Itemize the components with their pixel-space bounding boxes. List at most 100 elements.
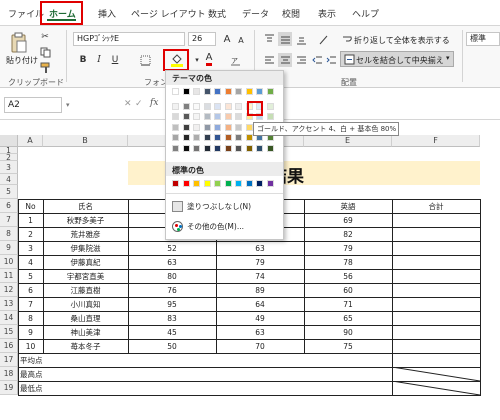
theme-color-swatch[interactable] (172, 144, 179, 152)
standard-color-swatch[interactable] (224, 180, 232, 187)
cell-name[interactable]: 苺本冬子 (43, 339, 128, 353)
theme-color-swatch[interactable] (224, 144, 232, 152)
row-header[interactable]: 10 (0, 255, 18, 269)
cell-score-e[interactable]: 82 (304, 227, 392, 241)
cell-score-c[interactable]: 63 (128, 255, 216, 269)
cell-score-e[interactable]: 79 (304, 241, 392, 255)
cell-score-c[interactable]: 50 (128, 339, 216, 353)
theme-color-swatch[interactable] (172, 134, 179, 141)
row-header[interactable]: 8 (0, 227, 18, 241)
cell-score-c[interactable]: 95 (128, 297, 216, 311)
increase-indent-icon[interactable] (324, 53, 338, 67)
theme-color-swatch[interactable] (193, 113, 200, 120)
theme-color-swatch[interactable] (224, 113, 232, 120)
cell-score-e[interactable]: 65 (304, 311, 392, 325)
font-grow-icon[interactable]: A (220, 32, 234, 46)
theme-color-swatch[interactable] (182, 88, 190, 95)
theme-color-swatch[interactable] (235, 144, 242, 152)
theme-color-swatch[interactable] (245, 144, 253, 152)
theme-color-swatch[interactable] (193, 123, 200, 131)
number-format-select[interactable]: 標準 (466, 32, 500, 46)
theme-color-swatch[interactable] (256, 88, 263, 95)
font-size-select[interactable]: 26 (188, 32, 216, 46)
theme-color-swatch[interactable] (172, 123, 179, 131)
borders-icon[interactable] (138, 53, 152, 67)
wrap-text-button[interactable]: 折り返して全体を表示する (354, 35, 450, 46)
cell-name[interactable]: 江藤直樹 (43, 283, 128, 297)
theme-color-swatch[interactable] (224, 123, 232, 131)
cell-score-d[interactable]: 79 (216, 255, 304, 269)
no-fill-item[interactable]: 塗りつぶしなし(N) (172, 199, 280, 213)
theme-color-swatch[interactable] (172, 113, 179, 120)
name-box-chevron-down-icon[interactable]: ▾ (66, 101, 70, 109)
row-header[interactable]: 6 (0, 199, 18, 213)
row-header[interactable]: 5 (0, 185, 18, 199)
standard-color-swatch[interactable] (256, 180, 263, 187)
align-center-icon[interactable] (278, 53, 292, 67)
align-left-icon[interactable] (262, 53, 276, 67)
cell-no[interactable]: 5 (18, 269, 43, 283)
font-name-select[interactable]: HGPｺﾞｼｯｸE (73, 32, 185, 46)
row-header[interactable]: 18 (0, 367, 18, 381)
enter-icon[interactable]: ✓ (135, 99, 143, 109)
theme-color-swatch[interactable] (182, 144, 190, 152)
menu-insert[interactable]: 挿入 (98, 7, 116, 20)
font-shrink-icon[interactable]: A (234, 33, 248, 47)
row-header[interactable]: 19 (0, 381, 18, 395)
cell-name[interactable]: 秋野多美子 (43, 213, 128, 227)
column-header-f[interactable]: F (392, 135, 480, 147)
cell-score-d[interactable]: 70 (216, 339, 304, 353)
theme-color-swatch[interactable] (182, 134, 190, 141)
theme-color-swatch[interactable] (172, 88, 179, 95)
row-header[interactable]: 12 (0, 283, 18, 297)
cell-score-c[interactable]: 45 (128, 325, 216, 339)
theme-color-swatch[interactable] (235, 88, 242, 95)
theme-color-swatch[interactable] (235, 102, 242, 110)
theme-color-swatch[interactable] (182, 123, 190, 131)
cell-name[interactable]: 桑山直理 (43, 311, 128, 325)
summary-label[interactable]: 最低点 (20, 381, 120, 395)
more-colors-item[interactable]: その他の色(M)... (172, 219, 280, 233)
theme-color-swatch[interactable] (193, 134, 200, 141)
theme-color-swatch[interactable] (266, 144, 274, 152)
cell-no[interactable]: 4 (18, 255, 43, 269)
column-header-b[interactable]: B (43, 135, 128, 147)
cell-no[interactable]: 9 (18, 325, 43, 339)
cell-score-e[interactable]: 90 (304, 325, 392, 339)
theme-color-swatch[interactable] (214, 123, 221, 131)
paste-button[interactable] (10, 32, 28, 54)
theme-color-swatch[interactable] (245, 88, 253, 95)
cell-score-d[interactable]: 64 (216, 297, 304, 311)
theme-color-swatch[interactable] (214, 113, 221, 120)
cell-name[interactable]: 伊集院滋 (43, 241, 128, 255)
theme-color-swatch[interactable] (193, 144, 200, 152)
cell-score-e[interactable]: 78 (304, 255, 392, 269)
name-box[interactable]: A2 (4, 97, 62, 113)
insert-function-icon[interactable]: fx (150, 98, 158, 108)
cell-score-d[interactable]: 89 (216, 283, 304, 297)
cell-score-c[interactable]: 80 (128, 269, 216, 283)
standard-color-swatch[interactable] (245, 180, 253, 187)
menu-data[interactable]: データ (242, 7, 269, 20)
row-header[interactable]: 16 (0, 339, 18, 353)
align-top-icon[interactable] (262, 32, 276, 46)
standard-color-swatch[interactable] (172, 180, 179, 187)
column-header-a[interactable]: A (18, 135, 43, 147)
copy-icon[interactable] (38, 45, 52, 59)
cell-score-c[interactable]: 76 (128, 283, 216, 297)
align-middle-icon[interactable] (278, 32, 292, 46)
theme-color-swatch[interactable] (182, 113, 190, 120)
cell-score-e[interactable]: 71 (304, 297, 392, 311)
menu-file[interactable]: ファイル (8, 7, 44, 20)
cell-no[interactable]: 10 (18, 339, 43, 353)
align-bottom-icon[interactable] (294, 32, 308, 46)
cell-name[interactable]: 神山美津 (43, 325, 128, 339)
cell-score-d[interactable]: 49 (216, 311, 304, 325)
cell-name[interactable]: 小川真知 (43, 297, 128, 311)
theme-color-swatch[interactable] (214, 88, 221, 95)
standard-color-swatch[interactable] (193, 180, 200, 187)
cut-icon[interactable]: ✂ (38, 30, 52, 44)
theme-color-swatch[interactable] (235, 123, 242, 131)
row-header[interactable]: 2 (0, 154, 18, 161)
menu-view[interactable]: 表示 (318, 7, 336, 20)
